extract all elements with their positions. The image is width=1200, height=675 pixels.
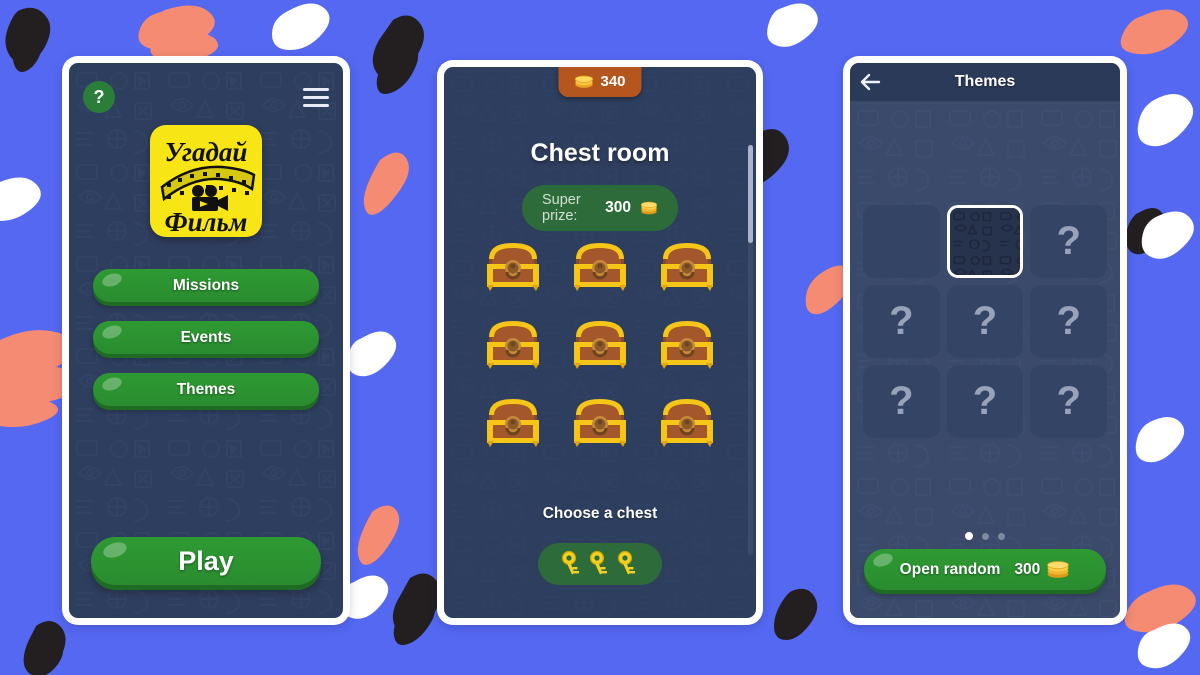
chest-item[interactable] (481, 313, 545, 373)
keys-counter (538, 543, 662, 585)
key-icon (561, 550, 579, 575)
coin-stack-icon (640, 201, 658, 215)
pagination-dots (850, 532, 1120, 540)
theme-tile-label: ? (1056, 299, 1081, 343)
open-random-price: 300 (1014, 560, 1070, 579)
themes-grid: ? ? ? ? ? ? ? (863, 205, 1107, 438)
logo-bottom-text: Фильм (165, 207, 248, 237)
chest-item[interactable] (568, 235, 632, 295)
theme-tile-label: ? (889, 379, 914, 423)
chest-grid (470, 235, 730, 451)
coin-balance-badge[interactable]: 340 (558, 67, 642, 97)
logo-top-text: Угадай (165, 137, 248, 167)
coin-amount: 340 (600, 73, 626, 90)
hamburger-menu-icon[interactable] (303, 87, 329, 107)
theme-tile[interactable]: ? (1030, 285, 1107, 358)
pagination-dot-1[interactable] (965, 532, 973, 540)
events-button[interactable]: Events (93, 321, 319, 354)
missions-button[interactable]: Missions (93, 269, 319, 302)
open-random-button[interactable]: Open random 300 (864, 549, 1106, 590)
treasure-chest-icon (660, 321, 713, 369)
theme-tile-label: ? (972, 379, 998, 423)
scrollbar-thumb[interactable] (748, 145, 753, 243)
phone-home-screen: ? Угадай Фильм Missions Events Themes Pl… (62, 56, 350, 625)
open-random-label: Open random (899, 560, 1001, 578)
chest-item[interactable] (568, 391, 632, 451)
coins-icon (574, 75, 594, 88)
chest-item[interactable] (655, 235, 719, 295)
home-screen-content: ? Угадай Фильм Missions Events Themes Pl… (69, 63, 343, 618)
choose-chest-label: Choose a chest (542, 505, 658, 522)
theme-tile[interactable]: ? (863, 285, 940, 358)
theme-tile-selected[interactable] (946, 205, 1024, 278)
super-prize-amount: 300 (605, 199, 631, 216)
theme-tile[interactable]: ? (1030, 205, 1107, 278)
page-title: Themes (954, 73, 1016, 90)
theme-tile[interactable]: ? (1030, 365, 1107, 438)
themes-screen-content: Themes ? ? ? ? ? ? ? Open random 300 (850, 63, 1120, 618)
phone-themes-screen: Themes ? ? ? ? ? ? ? Open random 300 (843, 56, 1127, 625)
treasure-chest-icon (660, 243, 713, 291)
chest-room-content: 340 Chest room Super prize: 300 Choose a… (444, 67, 756, 618)
themes-label: Themes (176, 380, 236, 398)
question-mark-icon[interactable]: ? (83, 81, 115, 113)
super-prize-label: Super prize: (542, 192, 581, 224)
theme-tile[interactable]: ? (946, 365, 1024, 438)
treasure-chest-icon (573, 399, 626, 447)
themes-header-bar: Themes (850, 63, 1120, 101)
chest-item[interactable] (655, 313, 719, 373)
chest-room-title: Chest room (530, 139, 670, 167)
theme-tile[interactable] (863, 205, 940, 278)
play-label: Play (178, 545, 234, 576)
theme-preview-pattern (949, 208, 1021, 275)
treasure-chest-icon (573, 243, 626, 291)
home-menu-list: Missions Events Themes (93, 269, 319, 406)
chest-item[interactable] (481, 391, 545, 451)
super-prize-badge: Super prize: 300 (522, 185, 678, 231)
treasure-chest-icon (487, 321, 540, 369)
chest-item[interactable] (655, 391, 719, 451)
events-label: Events (180, 328, 232, 346)
open-random-amount: 300 (1014, 560, 1041, 578)
film-strip-movie-camera-icon: Угадай Фильм (160, 137, 256, 237)
theme-tile[interactable]: ? (946, 285, 1024, 358)
theme-tile-label: ? (889, 299, 914, 343)
chest-item[interactable] (568, 313, 632, 373)
home-top-bar: ? (69, 77, 343, 117)
key-icon (617, 550, 635, 575)
key-icon (589, 550, 607, 575)
pagination-dot-2[interactable] (982, 532, 989, 540)
treasure-chest-icon (660, 399, 713, 447)
theme-tile[interactable]: ? (863, 365, 940, 438)
coin-stack-icon (1047, 561, 1070, 578)
theme-tile-label: ? (972, 299, 998, 343)
missions-label: Missions (172, 276, 240, 294)
treasure-chest-icon (487, 399, 540, 447)
theme-tile-label: ? (1056, 219, 1081, 263)
treasure-chest-icon (573, 321, 626, 369)
themes-button[interactable]: Themes (93, 373, 319, 406)
theme-tile-label: ? (1056, 379, 1081, 423)
chest-item[interactable] (481, 235, 545, 295)
phone-chest-room-screen: 340 Chest room Super prize: 300 Choose a… (437, 60, 763, 625)
treasure-chest-icon (487, 243, 540, 291)
play-button[interactable]: Play (91, 537, 321, 585)
pagination-dot-3[interactable] (998, 532, 1005, 540)
game-logo: Угадай Фильм (150, 125, 262, 237)
